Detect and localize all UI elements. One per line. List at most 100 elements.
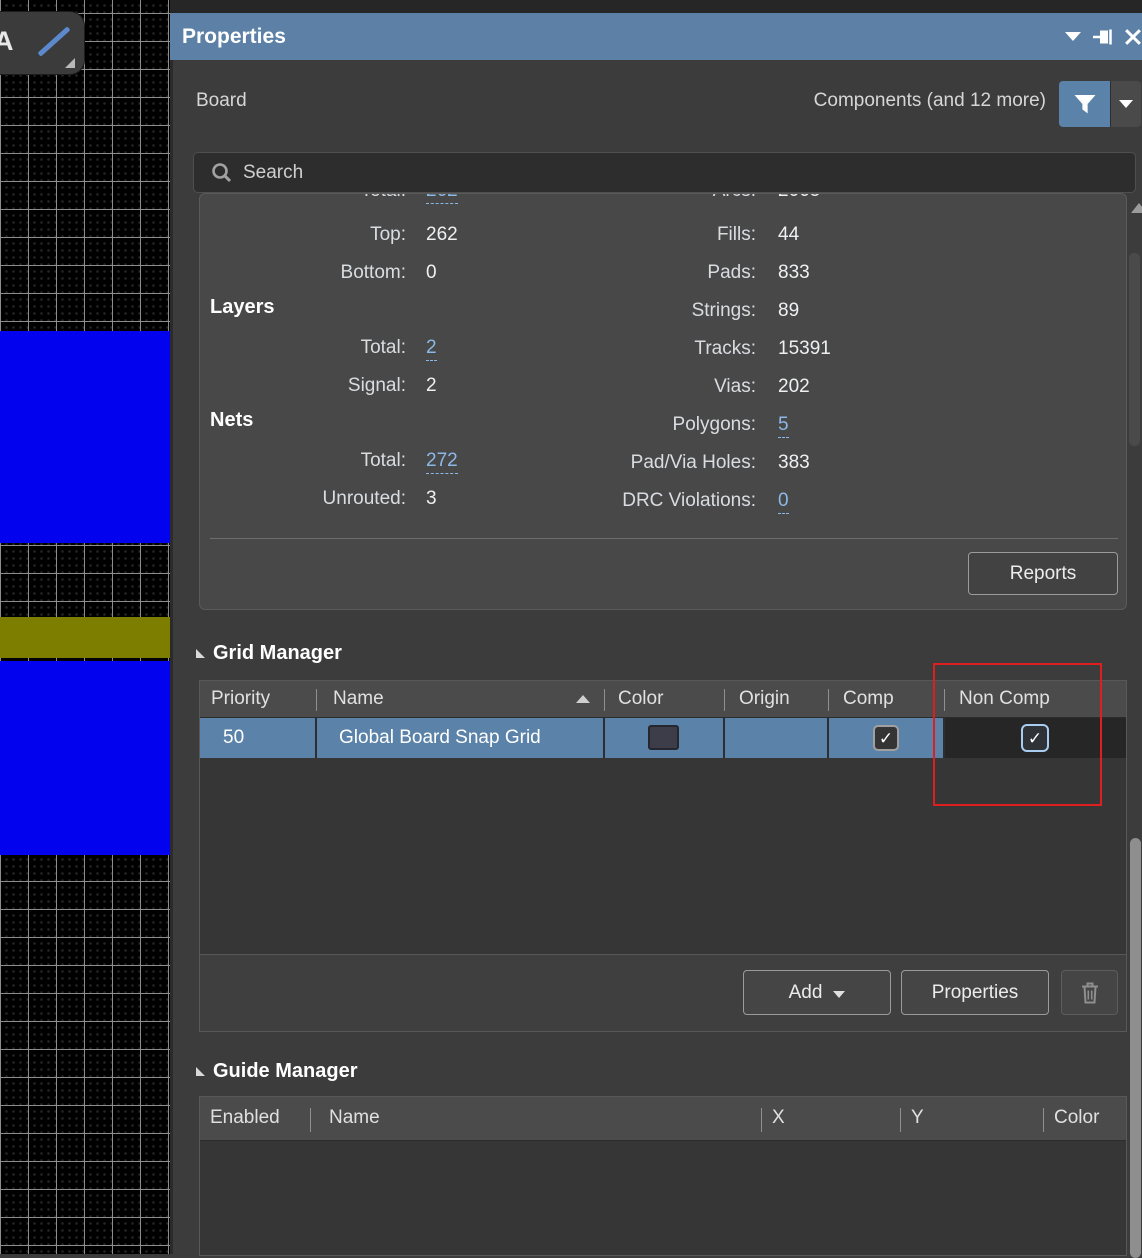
chevron-down-icon bbox=[1119, 100, 1133, 108]
column-separator bbox=[761, 1108, 762, 1132]
reports-button[interactable]: Reports bbox=[968, 552, 1118, 595]
grid-table-header: Priority Name Color Origin Comp Non Comp bbox=[200, 681, 1126, 718]
stat-value: 0 bbox=[426, 262, 437, 284]
stat-label: Tracks: bbox=[500, 338, 756, 360]
stat-value-link[interactable]: 262 bbox=[426, 193, 458, 204]
delete-grid-button[interactable] bbox=[1061, 970, 1118, 1015]
guide-manager-section-header[interactable]: Guide Manager bbox=[196, 1058, 357, 1084]
panel-pin-button[interactable] bbox=[1090, 13, 1116, 60]
panel-close-button[interactable] bbox=[1120, 13, 1142, 60]
panel-title: Properties bbox=[182, 13, 286, 60]
column-header-comp[interactable]: Comp bbox=[843, 688, 894, 710]
column-separator bbox=[944, 689, 945, 711]
filter-summary-label: Components (and 12 more) bbox=[814, 90, 1046, 112]
scroll-up-arrow-icon[interactable] bbox=[1131, 203, 1142, 213]
column-separator bbox=[724, 689, 725, 711]
stat-label: Top: bbox=[200, 224, 406, 246]
pcb-canvas[interactable]: A bbox=[0, 0, 170, 1254]
stat-value: 383 bbox=[778, 452, 810, 474]
stat-label: Vias: bbox=[500, 376, 756, 398]
altium-properties-screenshot: { "titlebar": { "title": "Properties" },… bbox=[0, 0, 1142, 1254]
comp-checkbox[interactable]: ✓ bbox=[873, 725, 899, 751]
grid-table-row-selected[interactable]: 50 Global Board Snap Grid ✓ ✓ bbox=[200, 718, 1126, 758]
properties-panel: Properties Board Components (and 12 more… bbox=[170, 0, 1142, 1254]
column-separator bbox=[828, 689, 829, 711]
stat-label: Polygons: bbox=[500, 414, 756, 436]
guide-manager-title: Guide Manager bbox=[213, 1060, 357, 1083]
column-header-y[interactable]: Y bbox=[911, 1107, 924, 1129]
stat-label: Strings: bbox=[500, 300, 756, 322]
inner-scrollbar-thumb[interactable] bbox=[1129, 253, 1140, 446]
line-tool-icon bbox=[37, 26, 70, 56]
stat-value-link[interactable]: 272 bbox=[426, 450, 458, 474]
search-input[interactable]: Search bbox=[193, 152, 1136, 193]
search-placeholder: Search bbox=[243, 162, 303, 184]
stat-value-link[interactable]: 5 bbox=[778, 414, 789, 438]
column-header-name[interactable]: Name bbox=[329, 1107, 380, 1129]
stat-value-link[interactable]: 0 bbox=[778, 490, 789, 514]
stat-label: Unrouted: bbox=[200, 488, 406, 510]
stat-value: 44 bbox=[778, 224, 799, 246]
collapse-triangle-icon bbox=[196, 1067, 205, 1076]
stats-divider bbox=[210, 538, 1118, 539]
column-header-x[interactable]: X bbox=[772, 1107, 785, 1129]
column-header-color[interactable]: Color bbox=[1054, 1107, 1099, 1129]
stat-value: 15391 bbox=[778, 338, 831, 360]
guide-table-header: Enabled Name X Y Color bbox=[200, 1097, 1126, 1141]
panel-scrollbar-thumb[interactable] bbox=[1130, 838, 1141, 1258]
stat-label: DRC Violations: bbox=[500, 490, 756, 512]
grid-manager-section-header[interactable]: Grid Manager bbox=[196, 640, 342, 666]
stat-label: Pads: bbox=[500, 262, 756, 284]
panel-menu-button[interactable] bbox=[1060, 13, 1086, 60]
stat-value-link[interactable]: 2 bbox=[426, 337, 437, 361]
stat-value: 262 bbox=[426, 224, 458, 246]
column-header-priority[interactable]: Priority bbox=[211, 688, 270, 710]
text-tool-icon: A bbox=[0, 26, 14, 57]
cell-comp[interactable]: ✓ bbox=[829, 718, 943, 758]
column-separator bbox=[1043, 1108, 1044, 1132]
stat-value: 3 bbox=[426, 488, 437, 510]
close-icon bbox=[1125, 29, 1141, 45]
chevron-down-icon bbox=[1065, 32, 1081, 41]
grid-table-footer: Add Properties bbox=[200, 954, 1126, 1031]
grid-color-swatch[interactable] bbox=[648, 725, 679, 750]
stat-label: Total: bbox=[200, 337, 406, 359]
guide-manager-table: Enabled Name X Y Color bbox=[199, 1096, 1127, 1256]
grid-properties-button[interactable]: Properties bbox=[901, 970, 1049, 1015]
add-button-label: Add bbox=[789, 982, 823, 1004]
canvas-tool-flyout[interactable]: A bbox=[0, 12, 84, 74]
filter-dropdown-button[interactable] bbox=[1110, 81, 1141, 127]
stat-label: Pad/Via Holes: bbox=[500, 452, 756, 474]
object-filter-group bbox=[1059, 81, 1141, 127]
selection-type-label: Board bbox=[196, 90, 247, 112]
stat-value: 833 bbox=[778, 262, 810, 284]
pcb-olive-region bbox=[0, 617, 170, 658]
column-header-color[interactable]: Color bbox=[618, 688, 663, 710]
panel-titlebar: Properties bbox=[170, 13, 1142, 60]
column-separator bbox=[316, 689, 317, 711]
stat-value: 202 bbox=[778, 376, 810, 398]
search-icon bbox=[211, 162, 233, 184]
sort-ascending-icon bbox=[576, 695, 590, 703]
stat-value: 2 bbox=[426, 375, 437, 397]
stat-label: Fills: bbox=[500, 224, 756, 246]
column-header-origin[interactable]: Origin bbox=[739, 688, 790, 710]
board-information-box: Total: 262 Top: 262 Bottom: 0 Layers Tot… bbox=[199, 193, 1127, 610]
cell-priority[interactable]: 50 bbox=[200, 718, 315, 758]
collapse-triangle-icon bbox=[196, 649, 205, 658]
cell-non-comp[interactable]: ✓ bbox=[945, 718, 1126, 758]
stat-value: 2065 bbox=[778, 193, 820, 202]
panel-top-strip bbox=[170, 0, 1142, 13]
stat-label: Total: bbox=[200, 193, 406, 202]
column-header-enabled[interactable]: Enabled bbox=[210, 1107, 280, 1129]
cell-color[interactable] bbox=[605, 718, 723, 758]
column-header-name[interactable]: Name bbox=[333, 688, 384, 710]
non-comp-checkbox[interactable]: ✓ bbox=[1021, 724, 1049, 752]
add-grid-button[interactable]: Add bbox=[743, 970, 891, 1015]
trash-icon bbox=[1080, 981, 1100, 1005]
filter-button[interactable] bbox=[1059, 81, 1110, 127]
cell-origin[interactable] bbox=[725, 718, 827, 758]
column-header-non-comp[interactable]: Non Comp bbox=[959, 688, 1050, 710]
cell-name[interactable]: Global Board Snap Grid bbox=[317, 718, 603, 758]
panel-left-edge bbox=[170, 0, 173, 1254]
